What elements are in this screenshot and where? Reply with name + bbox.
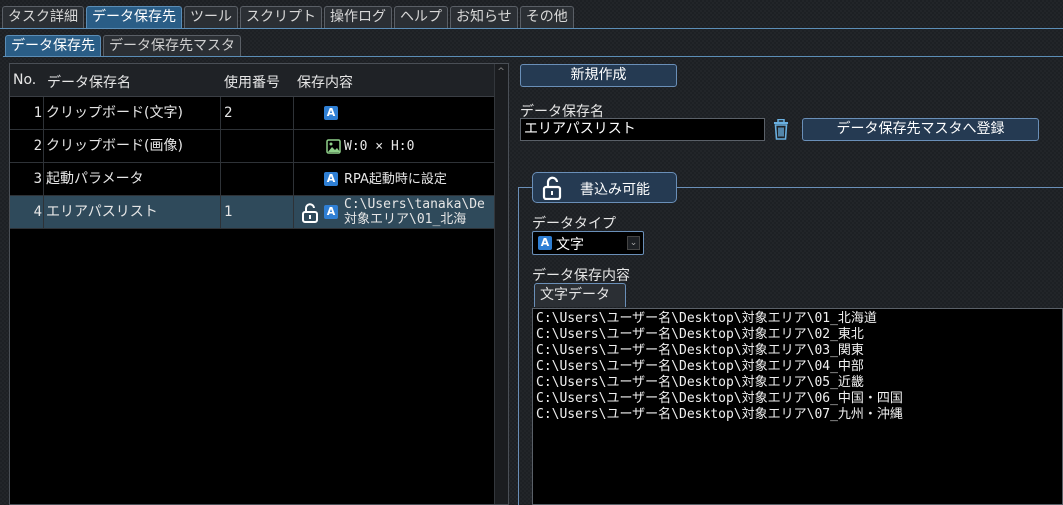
text-type-icon: A: [324, 106, 338, 120]
header-content[interactable]: 保存内容: [297, 72, 353, 92]
table-body: 1 クリップボード(文字) 2 A 2 クリップボード(画像) W:0 × H:…: [10, 97, 494, 229]
row-no: 3: [33, 171, 42, 187]
tab-tools[interactable]: ツール: [184, 6, 238, 28]
write-enabled-label: 書込み可能: [580, 182, 650, 198]
row-content: W:0 × H:0: [324, 130, 494, 163]
row-name: クリップボード(文字): [46, 105, 183, 121]
tab-data-destination[interactable]: データ保存先: [86, 6, 182, 29]
table-row[interactable]: 1 クリップボード(文字) 2 A: [10, 97, 494, 130]
data-destination-table: No. データ保存名 使用番号 保存内容 ^ 1 クリップボード(文字) 2 A…: [9, 63, 509, 505]
text-line: C:\Users\ユーザー名\Desktop\対象エリア\05_近畿: [536, 375, 864, 390]
sub-tab-bar: データ保存先 データ保存先マスタ: [5, 35, 243, 56]
tab-operation-log[interactable]: 操作ログ: [324, 6, 392, 28]
text-line: C:\Users\ユーザー名\Desktop\対象エリア\07_九州・沖縄: [536, 407, 903, 422]
tab-text-data[interactable]: 文字データ: [534, 283, 626, 307]
tab-help[interactable]: ヘルプ: [394, 6, 448, 28]
register-master-button[interactable]: データ保存先マスタへ登録: [802, 118, 1039, 141]
table-scrollbar[interactable]: [494, 64, 508, 504]
subtab-divider: [3, 56, 1063, 57]
row-name: エリアパスリスト: [46, 204, 158, 220]
header-num[interactable]: 使用番号: [224, 72, 280, 92]
text-line: C:\Users\ユーザー名\Desktop\対象エリア\04_中部: [536, 359, 864, 374]
text-line: C:\Users\ユーザー名\Desktop\対象エリア\03_関東: [536, 343, 864, 358]
text-type-icon: A: [324, 172, 338, 186]
text-type-icon: A: [538, 236, 552, 250]
header-name[interactable]: データ保存名: [47, 72, 131, 92]
table-header: No. データ保存名 使用番号 保存内容: [10, 64, 508, 97]
trash-icon[interactable]: [771, 119, 791, 140]
main-tab-bar: タスク詳細 データ保存先 ツール スクリプト 操作ログ ヘルプ お知らせ その他: [2, 6, 576, 29]
row-num: [224, 163, 294, 196]
row-name: クリップボード(画像): [46, 138, 183, 154]
write-enabled-button[interactable]: 書込み可能: [532, 172, 677, 203]
datatype-select[interactable]: A 文字 ⌄: [532, 231, 644, 255]
datatype-label: データタイプ: [532, 216, 616, 232]
tab-other[interactable]: その他: [519, 6, 574, 28]
unlock-icon: [302, 203, 318, 223]
text-line: C:\Users\ユーザー名\Desktop\対象エリア\01_北海道: [536, 311, 877, 326]
chevron-down-icon[interactable]: ⌄: [627, 236, 640, 250]
datatype-value: 文字: [556, 237, 584, 253]
image-icon: [326, 139, 341, 154]
scroll-up-icon[interactable]: ^: [496, 67, 506, 77]
text-line: C:\Users\ユーザー名\Desktop\対象エリア\06_中国・四国: [536, 391, 903, 406]
row-no: 2: [33, 138, 42, 154]
tab-script[interactable]: スクリプト: [240, 6, 322, 28]
table-row[interactable]: 2 クリップボード(画像) W:0 × H:0: [10, 130, 494, 163]
row-content: A C:\Users\tanaka\De 対象エリア\01_北海: [324, 196, 494, 229]
new-button[interactable]: 新規作成: [520, 64, 677, 87]
row-content: A: [324, 97, 494, 130]
row-num: 1: [224, 204, 233, 220]
text-line: C:\Users\ユーザー名\Desktop\対象エリア\02_東北: [536, 327, 864, 342]
row-no: 4: [33, 204, 42, 220]
row-no: 1: [33, 105, 42, 121]
row-num: [224, 130, 294, 163]
row-name: 起動パラメータ: [46, 171, 144, 187]
table-row-selected[interactable]: 4 エリアパスリスト 1 A C:\Users\tanaka\De 対象エリア\…: [10, 196, 494, 229]
subtab-data-destination-master[interactable]: データ保存先マスタ: [103, 35, 241, 56]
text-type-icon: A: [324, 205, 338, 219]
header-no: No.: [13, 72, 37, 88]
table-row[interactable]: 3 起動パラメータ A RPA起動時に設定: [10, 163, 494, 196]
tab-divider: [0, 28, 1063, 29]
row-content: A RPA起動時に設定: [324, 163, 494, 196]
unlock-icon: [542, 176, 562, 200]
row-num: 2: [224, 105, 233, 121]
tab-notices[interactable]: お知らせ: [450, 6, 518, 28]
name-input[interactable]: エリアパスリスト: [520, 118, 765, 141]
content-textarea[interactable]: C:\Users\ユーザー名\Desktop\対象エリア\01_北海道 C:\U…: [532, 308, 1063, 505]
content-label: データ保存内容: [532, 268, 630, 284]
subtab-data-destination[interactable]: データ保存先: [5, 35, 101, 56]
tab-task-detail[interactable]: タスク詳細: [2, 6, 84, 28]
